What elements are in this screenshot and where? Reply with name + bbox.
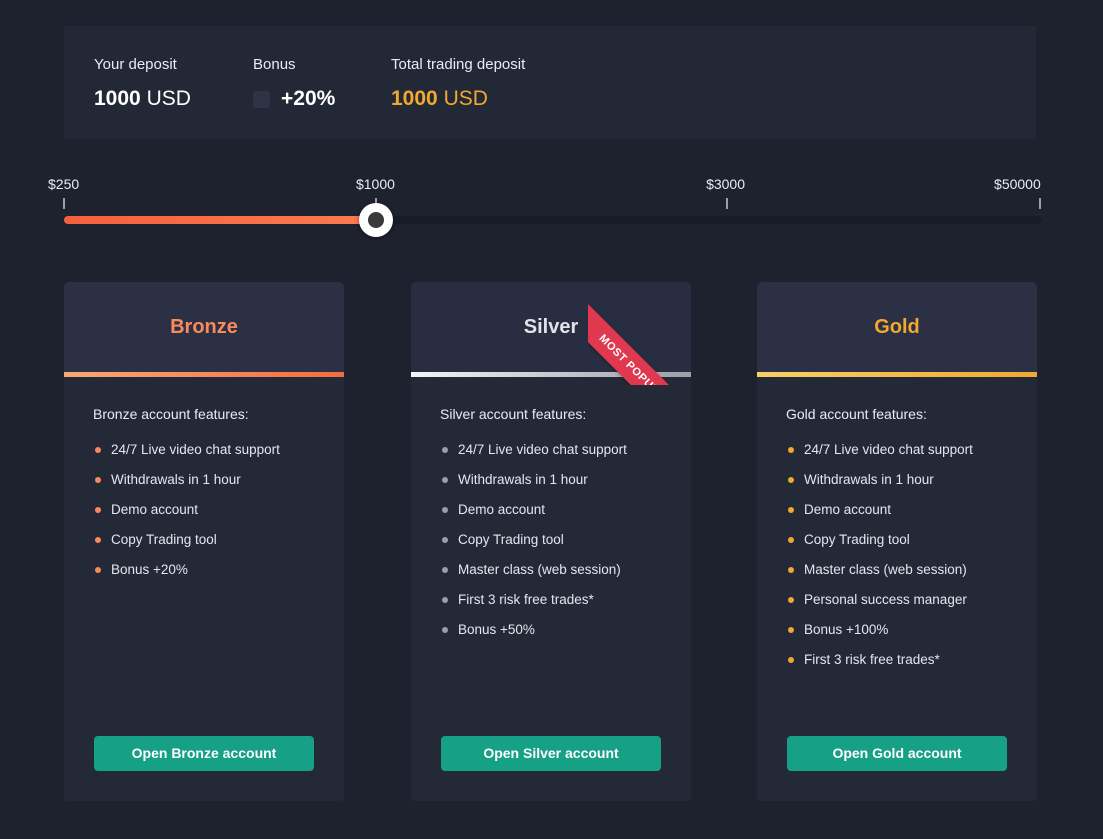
slider-stop-label-1: $1000 <box>355 176 395 192</box>
bonus-label: Bonus <box>253 56 296 73</box>
slider-handle[interactable] <box>358 203 393 237</box>
plan-card-bronze-inner: Bronze Bronze account features: 24/7 Liv… <box>64 282 344 801</box>
total-deposit-value: 1000 USD <box>391 86 525 112</box>
open-silver-account-button[interactable]: Open Silver account <box>441 736 661 771</box>
deposit-amount-slider[interactable]: $250 $1000 $3000 $50000 <box>48 172 1042 237</box>
feature-item: 24/7 Live video chat support <box>786 441 1037 458</box>
plan-card-silver-inner: Silver Silver account features: 24/7 Liv… <box>411 282 691 801</box>
slider-tick-3 <box>1039 198 1042 209</box>
plan-header-silver: Silver <box>411 282 691 372</box>
features-title-silver: Silver account features: <box>440 406 587 422</box>
feature-item: Demo account <box>440 501 691 518</box>
total-deposit-label: Total trading deposit <box>391 56 526 73</box>
plan-header-bronze: Bronze <box>64 282 344 372</box>
feature-item: 24/7 Live video chat support <box>93 441 344 458</box>
feature-item: Withdrawals in 1 hour <box>93 471 344 488</box>
plan-card-gold[interactable]: Gold Gold account features: 24/7 Live vi… <box>757 282 1037 801</box>
slider-stop-label-0: $250 <box>48 176 80 192</box>
feature-item: Master class (web session) <box>440 561 691 578</box>
feature-item: First 3 risk free trades* <box>440 591 691 608</box>
feature-item: Personal success manager <box>786 591 1037 608</box>
plan-header-gold: Gold <box>757 282 1037 372</box>
features-title-bronze: Bronze account features: <box>93 406 249 422</box>
pricing-page: Your deposit 1000 USD Bonus +20% Total t… <box>0 0 1103 839</box>
total-deposit-currency: USD <box>443 87 488 110</box>
feature-item: Copy Trading tool <box>93 531 344 548</box>
slider-tick-2 <box>726 198 729 209</box>
feature-item: Bonus +50% <box>440 621 691 638</box>
open-gold-account-button[interactable]: Open Gold account <box>787 736 1007 771</box>
features-list-gold: 24/7 Live video chat support Withdrawals… <box>786 441 1037 668</box>
bonus-block: Bonus +20% <box>253 55 391 112</box>
plan-body-gold: Gold account features: 24/7 Live video c… <box>757 377 1037 668</box>
feature-item: Demo account <box>786 501 1037 518</box>
bonus-percent-value: +20% <box>281 87 336 110</box>
plan-title-silver: Silver <box>523 316 579 338</box>
deposit-summary-panel: Your deposit 1000 USD Bonus +20% Total t… <box>64 26 1036 139</box>
feature-item: Copy Trading tool <box>440 531 691 548</box>
your-deposit-currency: USD <box>146 87 191 110</box>
feature-item: 24/7 Live video chat support <box>440 441 691 458</box>
slider-stop-label-2: $3000 <box>706 176 746 192</box>
feature-item: Withdrawals in 1 hour <box>440 471 691 488</box>
your-deposit-amount: 1000 <box>94 87 141 110</box>
slider-track[interactable] <box>64 203 1042 237</box>
feature-item: Bonus +20% <box>93 561 344 578</box>
total-trading-deposit-block: Total trading deposit 1000 USD <box>391 55 525 112</box>
plan-card-gold-inner: Gold Gold account features: 24/7 Live vi… <box>757 282 1037 801</box>
plan-body-bronze: Bronze account features: 24/7 Live video… <box>64 377 344 578</box>
your-deposit-value: 1000 USD <box>94 86 253 112</box>
your-deposit-block: Your deposit 1000 USD <box>94 55 253 112</box>
bonus-row: +20% <box>253 86 391 112</box>
plan-card-bronze[interactable]: Bronze Bronze account features: 24/7 Liv… <box>64 282 344 801</box>
features-list-bronze: 24/7 Live video chat support Withdrawals… <box>93 441 344 578</box>
bonus-checkbox[interactable] <box>253 90 270 108</box>
your-deposit-label: Your deposit <box>94 56 177 73</box>
feature-item: Withdrawals in 1 hour <box>786 471 1037 488</box>
plan-card-silver[interactable]: Silver Silver account features: 24/7 Liv… <box>411 282 691 801</box>
features-list-silver: 24/7 Live video chat support Withdrawals… <box>440 441 691 638</box>
feature-item: First 3 risk free trades* <box>786 651 1037 668</box>
plan-body-silver: Silver account features: 24/7 Live video… <box>411 377 691 638</box>
plan-cards: Bronze Bronze account features: 24/7 Liv… <box>64 282 1037 801</box>
plan-title-bronze: Bronze <box>170 316 238 338</box>
total-deposit-amount: 1000 <box>391 87 438 110</box>
slider-tick-0 <box>63 198 65 209</box>
slider-track-fill <box>64 216 376 224</box>
plan-title-gold: Gold <box>874 316 920 338</box>
slider-stop-label-3: $50000 <box>994 176 1041 192</box>
feature-item: Master class (web session) <box>786 561 1037 578</box>
feature-item: Bonus +100% <box>786 621 1037 638</box>
open-bronze-account-button[interactable]: Open Bronze account <box>94 736 314 771</box>
feature-item: Copy Trading tool <box>786 531 1037 548</box>
feature-item: Demo account <box>93 501 344 518</box>
features-title-gold: Gold account features: <box>786 406 927 422</box>
